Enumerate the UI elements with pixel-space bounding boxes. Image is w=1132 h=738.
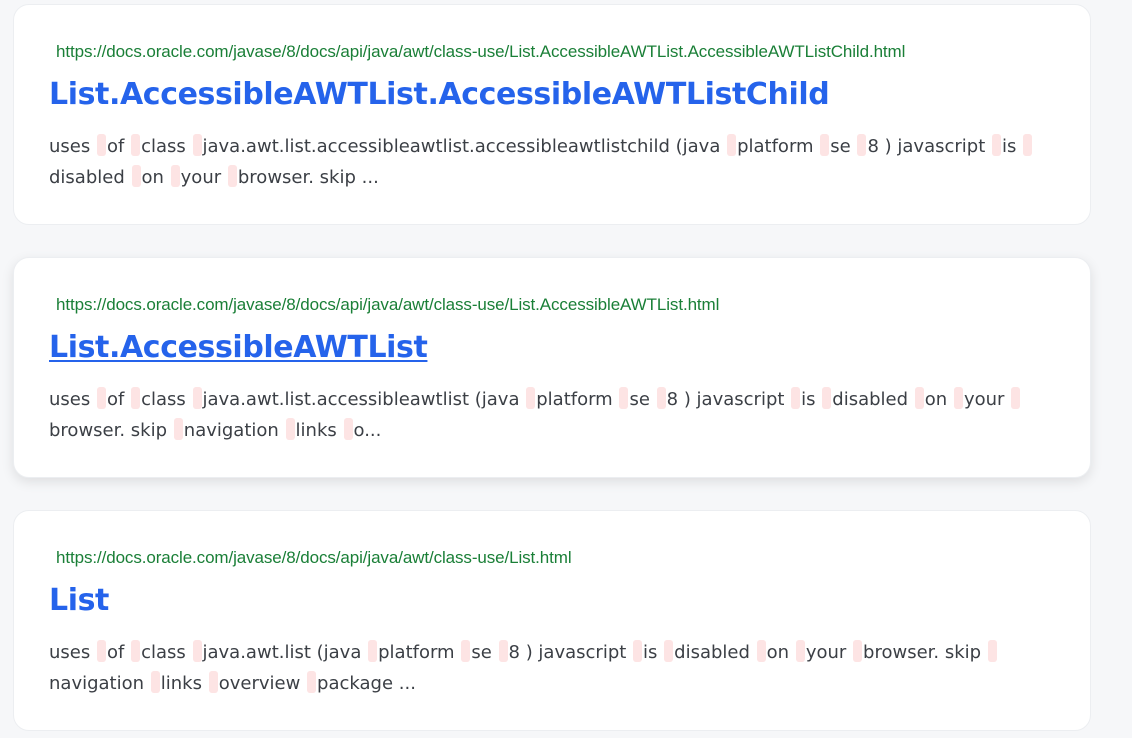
keyword-highlight-marker [853,640,863,662]
snippet-word: disabled [49,167,125,188]
keyword-highlight-marker [131,134,141,156]
snippet-word: overview [218,673,301,694]
keyword-highlight-marker [857,134,867,156]
keyword-highlight-marker [96,134,106,156]
snippet-word: links [160,673,202,694]
keyword-highlight-marker [461,640,471,662]
keyword-highlight-marker [727,134,737,156]
result-title-link[interactable]: List [49,583,109,618]
keyword-highlight-marker [208,671,218,693]
snippet-word: navigation [183,420,279,441]
keyword-highlight-marker [96,640,106,662]
snippet-word: uses [49,389,91,410]
search-result-card[interactable]: https://docs.oracle.com/javase/8/docs/ap… [13,4,1091,225]
snippet-word: disabled [832,389,909,410]
keyword-highlight-marker [1023,134,1033,156]
keyword-highlight-marker [795,640,805,662]
snippet-word: browser. skip ... [237,167,379,188]
snippet-word: disabled [674,642,750,663]
snippet-word: navigation [49,673,145,694]
snippet-word: your [180,167,222,188]
snippet-word: java.awt.list.accessibleawtlist.accessib… [202,136,721,157]
keyword-highlight-marker [150,671,160,693]
keyword-highlight-marker [953,387,963,409]
snippet-word: browser. skip [863,642,982,663]
keyword-highlight-marker [343,418,353,440]
snippet-word: browser. skip [49,420,168,441]
keyword-highlight-marker [526,387,536,409]
search-result-card[interactable]: https://docs.oracle.com/javase/8/docs/ap… [13,510,1091,731]
snippet-word: uses [49,642,91,663]
snippet-word: se [629,389,650,410]
snippet-word: 8 ) javascript [867,136,986,157]
keyword-highlight-marker [791,387,801,409]
snippet-word: 8 ) javascript [666,389,785,410]
result-title-link[interactable]: List.AccessibleAWTList [49,330,428,365]
keyword-highlight-marker [131,165,141,187]
keyword-highlight-marker [914,387,924,409]
snippet-word: of [106,642,125,663]
snippet-word: of [106,389,125,410]
result-snippet: uses of class java.awt.list.accessibleaw… [49,131,1059,193]
snippet-word: your [963,389,1005,410]
snippet-word: java.awt.list.accessibleawtlist (java [202,389,520,410]
keyword-highlight-marker [131,387,141,409]
keyword-highlight-marker [192,387,202,409]
snippet-word: class [141,642,186,663]
snippet-word: 8 ) javascript [508,642,627,663]
keyword-highlight-marker [192,640,202,662]
keyword-highlight-marker [307,671,317,693]
keyword-highlight-marker [633,640,643,662]
snippet-word: platform [536,389,613,410]
keyword-highlight-marker [822,387,832,409]
snippet-word: uses [49,136,91,157]
keyword-highlight-marker [656,387,666,409]
snippet-word: on [924,389,948,410]
search-result-card[interactable]: https://docs.oracle.com/javase/8/docs/ap… [13,257,1091,478]
snippet-word: is [1002,136,1017,157]
keyword-highlight-marker [619,387,629,409]
result-url[interactable]: https://docs.oracle.com/javase/8/docs/ap… [56,548,572,568]
keyword-highlight-marker [285,418,295,440]
result-title-link[interactable]: List.AccessibleAWTList.AccessibleAWTList… [49,77,830,112]
snippet-word: is [643,642,658,663]
keyword-highlight-marker [1011,387,1021,409]
keyword-highlight-marker [987,640,997,662]
snippet-word: se [471,642,492,663]
result-snippet: uses of class java.awt.list (java platfo… [49,637,1059,699]
keyword-highlight-marker [192,134,202,156]
snippet-word: class [141,136,186,157]
snippet-word: on [141,167,164,188]
result-url[interactable]: https://docs.oracle.com/javase/8/docs/ap… [56,42,905,62]
keyword-highlight-marker [170,165,180,187]
keyword-highlight-marker [173,418,183,440]
snippet-word: your [805,642,847,663]
snippet-word: platform [378,642,455,663]
keyword-highlight-marker [756,640,766,662]
snippet-word: o... [353,420,382,441]
snippet-word: class [141,389,186,410]
snippet-word: links [295,420,337,441]
result-url[interactable]: https://docs.oracle.com/javase/8/docs/ap… [56,295,719,315]
keyword-highlight-marker [368,640,378,662]
result-snippet: uses of class java.awt.list.accessibleaw… [49,384,1059,446]
keyword-highlight-marker [131,640,141,662]
snippet-word: is [801,389,816,410]
keyword-highlight-marker [992,134,1002,156]
keyword-highlight-marker [96,387,106,409]
keyword-highlight-marker [498,640,508,662]
snippet-word: java.awt.list (java [202,642,362,663]
keyword-highlight-marker [664,640,674,662]
snippet-word: on [766,642,790,663]
snippet-word: se [830,136,851,157]
snippet-word: package ... [317,673,416,694]
snippet-word: platform [737,136,814,157]
snippet-word: of [106,136,125,157]
keyword-highlight-marker [820,134,830,156]
keyword-highlight-marker [227,165,237,187]
